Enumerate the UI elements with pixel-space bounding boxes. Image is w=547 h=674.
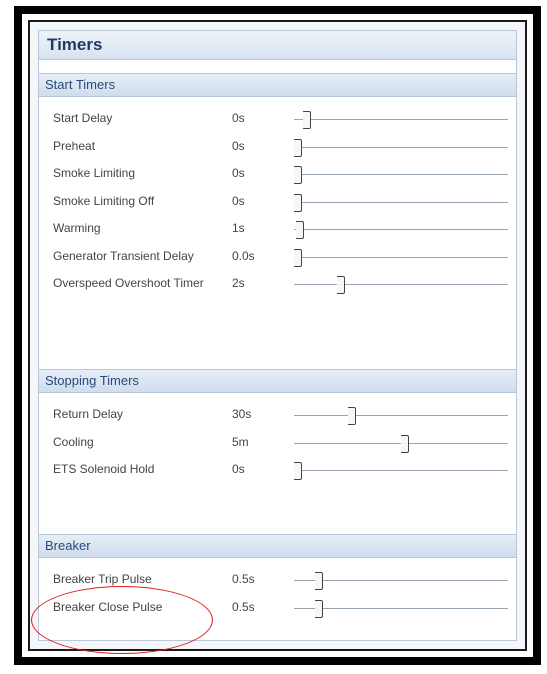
section-start-timers: Start Timers Start Delay 0s Preheat 0s Smoke… [39,73,516,294]
timer-row: Smoke Limiting 0s [39,163,516,185]
timer-value: 0s [232,111,245,125]
timer-slider-thumb[interactable] [302,111,311,129]
timer-slider-thumb[interactable] [294,138,302,157]
timer-slider-track[interactable] [294,119,508,120]
section-header-stopping-timers[interactable]: Stopping Timers [39,369,516,393]
section-header-start-timers[interactable]: Start Timers [39,73,516,97]
timer-slider-track[interactable] [294,580,508,581]
timer-value: 0.5s [232,572,255,586]
timer-label: Smoke Limiting [53,166,136,180]
timer-label: Return Delay [53,407,124,421]
timer-slider-track[interactable] [294,174,508,175]
timer-value: 0s [232,166,245,180]
timer-value: 0s [232,138,245,153]
timer-slider-track[interactable] [294,415,508,416]
border-matte: Timers Start Timers Start Delay 0s Preheat… [22,14,533,657]
timer-value: 30s [232,407,252,421]
timer-value: 0s [232,462,245,476]
timer-row: Preheat 0s [39,136,516,158]
timer-slider-thumb[interactable] [294,248,302,267]
timer-row: Start Delay 0s [39,108,516,130]
timer-value: 0s [232,193,245,208]
timer-label: Breaker Trip Pulse [53,572,152,586]
timer-value: 2s [232,276,245,290]
timer-row: Smoke Limiting Off 0s [39,191,516,213]
timer-label: Overspeed Overshoot Timer [53,276,204,290]
window-frame: Timers Start Timers Start Delay 0s Preheat… [28,20,527,651]
timer-slider-thumb[interactable] [336,276,345,294]
timer-label: Generator Transient Delay [53,248,194,263]
timer-slider-thumb[interactable] [294,166,302,184]
timer-slider-thumb[interactable] [294,193,302,212]
timer-value: 1s [232,221,245,235]
timer-value: 0.5s [232,599,255,614]
timer-label: Preheat [53,138,96,153]
timer-slider-track[interactable] [294,256,508,258]
timer-slider-track[interactable] [294,284,508,285]
timer-label: Start Delay [53,111,113,125]
timer-slider-thumb[interactable] [315,572,324,590]
timer-slider-thumb[interactable] [315,599,324,618]
timers-panel: Timers Start Timers Start Delay 0s Preheat… [38,30,517,641]
timer-slider-track[interactable] [294,201,508,203]
panel-title: Timers [39,31,516,60]
section-header-breaker[interactable]: Breaker [39,534,516,558]
timer-slider-thumb[interactable] [401,434,409,453]
timer-label: Cooling [53,434,94,449]
timer-row: ETS Solenoid Hold 0s [39,459,516,481]
annotation-highlight-ellipse [31,586,213,654]
timer-row: Overspeed Overshoot Timer 2s [39,273,516,295]
timer-row: Warming 1s [39,218,516,240]
section-breaker: Breaker Breaker Trip Pulse 0.5s Breaker Cl… [39,534,516,618]
screenshot-border: Timers Start Timers Start Delay 0s Preheat… [14,6,541,665]
timer-value: 0.0s [232,248,255,263]
timer-value: 5m [232,434,249,449]
timer-label: Warming [53,221,101,235]
timer-row: Cooling 5m [39,432,516,454]
section-stopping-timers: Stopping Timers Return Delay 30s Cooling 5m… [39,369,516,480]
timer-slider-track[interactable] [294,607,508,609]
timer-slider-track[interactable] [294,146,508,148]
timer-label: Smoke Limiting Off [53,193,155,208]
timer-row: Return Delay 30s [39,404,516,426]
timer-slider-thumb[interactable] [294,462,302,480]
timer-label: ETS Solenoid Hold [53,462,155,476]
timer-slider-thumb[interactable] [296,221,305,239]
timer-slider-thumb[interactable] [347,407,356,425]
timer-slider-track[interactable] [294,229,508,230]
timer-slider-track[interactable] [294,470,508,471]
timer-row: Generator Transient Delay 0.0s [39,246,516,268]
